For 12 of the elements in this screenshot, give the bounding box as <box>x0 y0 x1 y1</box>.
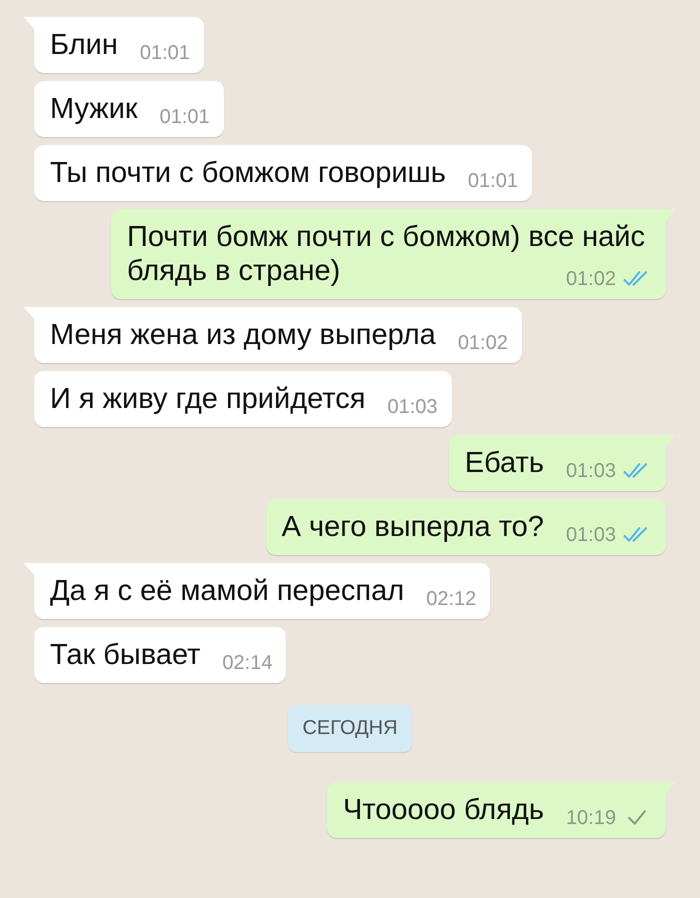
bubble-tail <box>24 17 34 29</box>
message-bubble: Мужик 01:01 <box>34 81 224 137</box>
bubble-tail <box>24 307 34 319</box>
message-bubble: Так бывает 02:14 <box>34 627 286 683</box>
message-bubble: Ты почти с бомжом говоришь 01:01 <box>34 145 532 201</box>
bubble-tail <box>24 563 34 575</box>
date-label: СЕГОДНЯ <box>288 705 412 752</box>
bubble-tail <box>666 209 676 221</box>
bubble-tail <box>666 435 676 447</box>
message-bubble: И я живу где прийдется 01:03 <box>34 371 452 427</box>
bubble-tail <box>666 782 676 794</box>
message-bubble: А чего выперла то? 01:03 <box>266 499 666 555</box>
